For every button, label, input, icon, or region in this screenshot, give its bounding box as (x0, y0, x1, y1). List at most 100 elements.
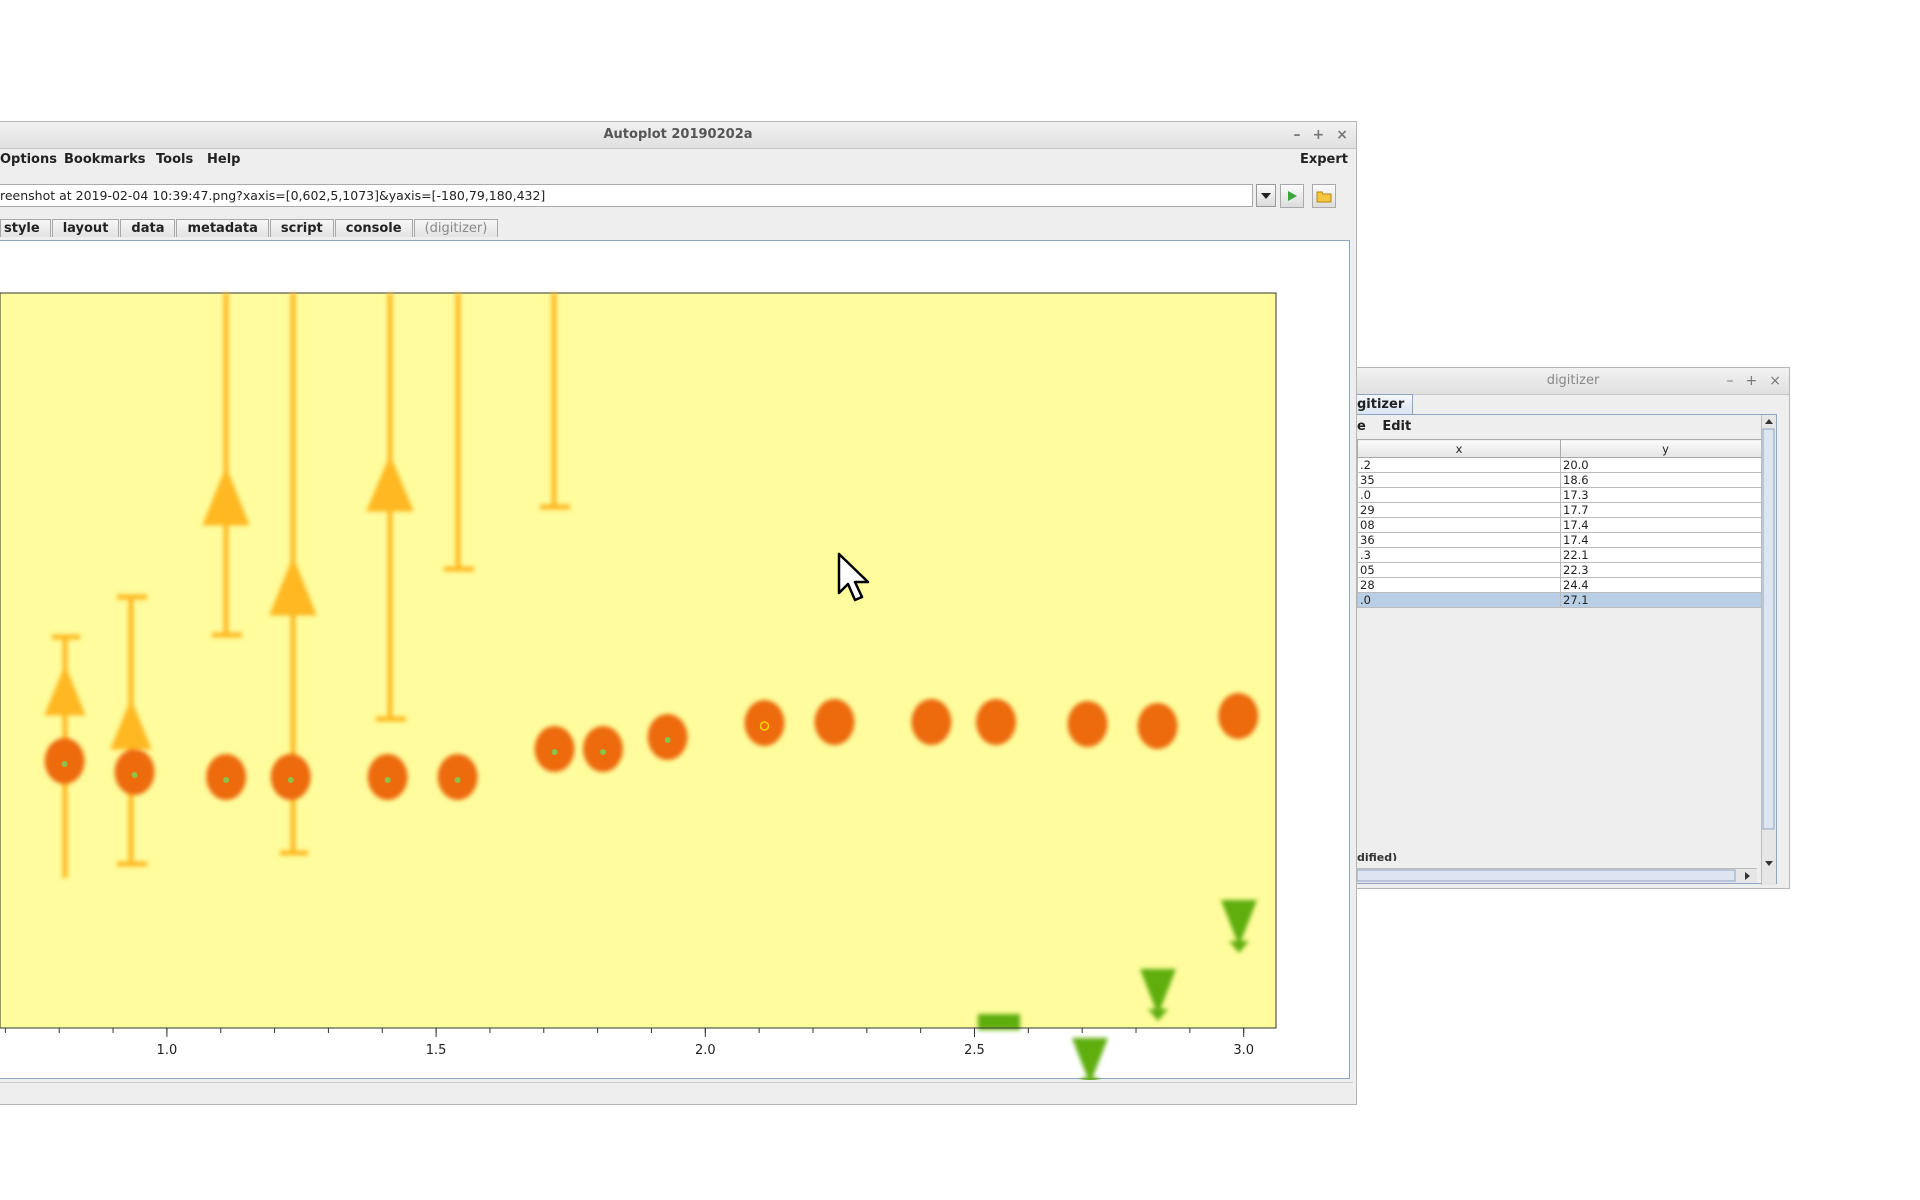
digitized-point[interactable] (454, 777, 461, 783)
tab-metadata[interactable]: metadata (176, 219, 269, 237)
maximize-button[interactable]: + (1313, 122, 1325, 148)
digitizer-tab[interactable]: gitizer (1357, 394, 1414, 416)
cell-y[interactable]: 17.4 (1560, 532, 1771, 548)
table-row[interactable]: 05 22.3 (1357, 562, 1771, 578)
cell-x[interactable]: 29 (1357, 502, 1561, 518)
digitizer-window: digitizer – + × gitizer e Edit x y .2 20.… (1356, 367, 1790, 889)
cell-y[interactable]: 22.1 (1560, 547, 1771, 563)
cell-x[interactable]: 28 (1357, 577, 1561, 593)
table-row[interactable]: .0 27.1 (1357, 592, 1771, 608)
hscrollbar-thumb[interactable] (1356, 869, 1736, 882)
x-tick-label: 2.5 (964, 1043, 985, 1058)
uri-dropdown-button[interactable] (1256, 184, 1276, 207)
scroll-down-icon[interactable] (1765, 861, 1773, 866)
table-row[interactable]: 28 24.4 (1357, 577, 1771, 593)
x-tick-label: 2.0 (695, 1043, 716, 1058)
digitizer-menu: e Edit (1357, 419, 1411, 434)
plot-canvas[interactable]: 1.0 1.5 2.0 2.5 3.0 (0, 240, 1350, 1090)
cell-x[interactable]: .2 (1357, 457, 1561, 473)
menu-tools[interactable]: Tools (156, 152, 193, 167)
tab-data[interactable]: data (120, 219, 176, 237)
cell-x[interactable]: 35 (1357, 472, 1561, 488)
vertical-scrollbar[interactable] (1761, 415, 1776, 885)
tab-console[interactable]: console (334, 219, 413, 237)
menu-help[interactable]: Help (207, 152, 240, 167)
window-titlebar[interactable]: Autoplot 20190202a – + × (0, 122, 1356, 149)
menu-file[interactable]: e (1357, 419, 1366, 434)
folder-icon (1316, 191, 1332, 203)
menu-bar: Options Bookmarks Tools Help Expert (0, 149, 1356, 171)
column-header-x[interactable]: x (1357, 439, 1561, 458)
table-row[interactable]: 29 17.7 (1357, 502, 1771, 518)
cell-x[interactable]: .3 (1357, 547, 1561, 563)
browse-button[interactable] (1312, 184, 1336, 208)
scrollbar-thumb[interactable] (1762, 428, 1775, 830)
minimize-button[interactable]: – (1294, 122, 1301, 148)
close-button[interactable]: × (1336, 122, 1348, 148)
digitized-point[interactable] (384, 777, 391, 783)
horizontal-scrollbar[interactable] (1356, 868, 1757, 883)
data-point (744, 700, 785, 746)
menu-edit[interactable]: Edit (1382, 419, 1411, 434)
data-point (911, 699, 952, 745)
column-header-y[interactable]: y (1560, 439, 1771, 458)
cell-x[interactable]: 08 (1357, 517, 1561, 533)
mouse-cursor-icon (837, 552, 870, 602)
tab-style[interactable]: style (0, 219, 51, 237)
data-point (1067, 701, 1108, 747)
cell-y[interactable]: 22.3 (1560, 562, 1771, 578)
digitizer-close-button[interactable]: × (1769, 368, 1781, 394)
table-row[interactable]: 35 18.6 (1357, 472, 1771, 488)
menu-bookmarks[interactable]: Bookmarks (64, 152, 146, 167)
data-point (976, 699, 1017, 745)
cell-y[interactable]: 24.4 (1560, 577, 1771, 593)
go-button[interactable] (1280, 184, 1304, 208)
digitizer-minimize-button[interactable]: – (1727, 368, 1734, 394)
digitizer-title: digitizer (1546, 373, 1600, 388)
tab-script[interactable]: script (269, 219, 334, 237)
digitized-point[interactable] (551, 749, 558, 755)
cell-y[interactable]: 17.7 (1560, 502, 1771, 518)
table-row[interactable]: .0 17.3 (1357, 487, 1771, 503)
cell-y[interactable]: 20.0 (1560, 457, 1771, 473)
data-point (814, 699, 855, 745)
digitized-point[interactable] (61, 761, 68, 767)
play-icon (1288, 191, 1297, 201)
cell-y[interactable]: 17.3 (1560, 487, 1771, 503)
table-row[interactable]: .2 20.0 (1357, 457, 1771, 473)
x-tick-label: 1.0 (157, 1043, 178, 1058)
table-row[interactable]: 36 17.4 (1357, 532, 1771, 548)
tab-strip: style layout data metadata script consol… (0, 219, 499, 237)
chevron-down-icon (1261, 192, 1271, 199)
cell-y[interactable]: 18.6 (1560, 472, 1771, 488)
digitized-point[interactable] (664, 737, 671, 743)
digitized-point[interactable] (600, 749, 607, 755)
digitizer-table[interactable]: x y .2 20.0 35 18.6.0 17.3 29 17.7 08 17.4 36 17.4… (1357, 439, 1771, 608)
digitized-point[interactable] (223, 777, 230, 783)
cell-x[interactable]: 36 (1357, 532, 1561, 548)
cell-y[interactable]: 17.4 (1560, 517, 1771, 533)
scroll-up-icon[interactable] (1765, 419, 1773, 424)
cell-y[interactable]: 27.1 (1560, 592, 1771, 608)
menu-expert[interactable]: Expert (1300, 152, 1348, 167)
cell-x[interactable]: .0 (1357, 487, 1561, 503)
data-point (1137, 703, 1178, 749)
data-point (1218, 693, 1259, 739)
tab-digitizer[interactable]: (digitizer) (413, 219, 499, 237)
x-tick-label: 1.5 (426, 1043, 447, 1058)
digitizer-status: dified) (1357, 851, 1398, 861)
chart-svg: 1.0 1.5 2.0 2.5 3.0 (0, 292, 1277, 1090)
digitized-point[interactable] (131, 772, 138, 778)
tab-layout[interactable]: layout (51, 219, 120, 237)
menu-options[interactable]: Options (0, 152, 57, 167)
table-row[interactable]: 08 17.4 (1357, 517, 1771, 533)
table-row[interactable]: .3 22.1 (1357, 547, 1771, 563)
uri-input[interactable]: reenshot at 2019-02-04 10:39:47.png?xaxi… (0, 184, 1253, 207)
cell-x[interactable]: 05 (1357, 562, 1561, 578)
window-title: Autoplot 20190202a (603, 127, 753, 142)
digitizer-maximize-button[interactable]: + (1746, 368, 1758, 394)
digitized-point[interactable] (287, 777, 294, 783)
digitizer-titlebar[interactable]: digitizer – + × (1357, 368, 1789, 395)
cell-x[interactable]: .0 (1357, 592, 1561, 608)
scroll-right-icon[interactable] (1745, 872, 1750, 880)
